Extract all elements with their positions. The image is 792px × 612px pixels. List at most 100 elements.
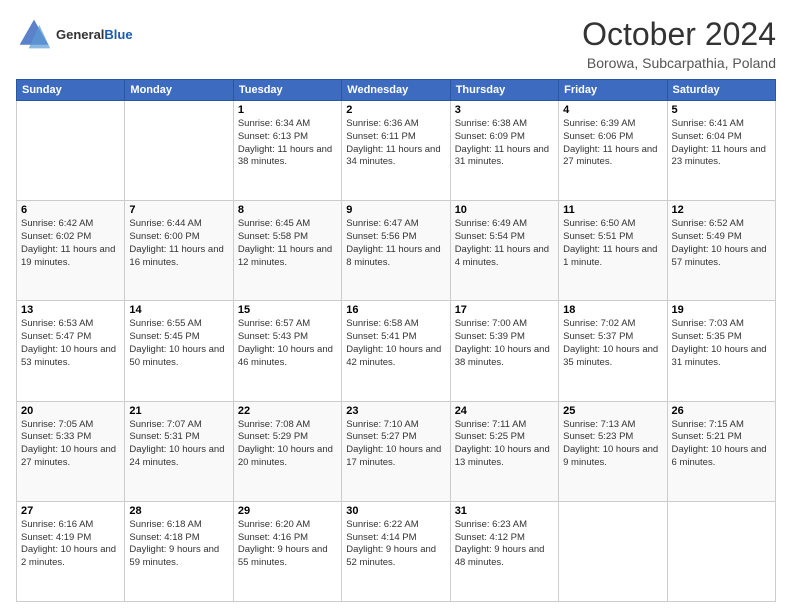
table-row: 22 Sunrise: 7:08 AM Sunset: 5:29 PM Dayl… [233,401,341,501]
day-info: Sunrise: 6:34 AM Sunset: 6:13 PM Dayligh… [238,118,337,169]
day-info: Sunrise: 7:02 AM Sunset: 5:37 PM Dayligh… [563,318,662,369]
title-block: October 2024 Borowa, Subcarpathia, Polan… [582,16,776,71]
day-info: Sunrise: 6:44 AM Sunset: 6:00 PM Dayligh… [129,218,228,269]
day-number: 6 [21,204,120,216]
sunset-text: Sunset: 5:43 PM [238,331,308,342]
table-row: 31 Sunrise: 6:23 AM Sunset: 4:12 PM Dayl… [450,501,558,601]
sunset-text: Sunset: 4:16 PM [238,532,308,543]
sunrise-text: Sunrise: 6:57 AM [238,318,310,329]
day-number: 25 [563,405,662,417]
daylight-text: Daylight: 9 hours and 52 minutes. [346,544,436,568]
sunset-text: Sunset: 5:33 PM [21,431,91,442]
table-row: 15 Sunrise: 6:57 AM Sunset: 5:43 PM Dayl… [233,301,341,401]
sunrise-text: Sunrise: 7:08 AM [238,419,310,430]
table-row [559,501,667,601]
sunset-text: Sunset: 5:37 PM [563,331,633,342]
sunrise-text: Sunrise: 6:49 AM [455,218,527,229]
day-number: 17 [455,304,554,316]
sunset-text: Sunset: 6:06 PM [563,131,633,142]
col-friday: Friday [559,80,667,101]
sunset-text: Sunset: 5:49 PM [672,231,742,242]
day-number: 11 [563,204,662,216]
sunrise-text: Sunrise: 6:20 AM [238,519,310,530]
sunset-text: Sunset: 5:23 PM [563,431,633,442]
daylight-text: Daylight: 11 hours and 31 minutes. [455,144,549,168]
day-number: 23 [346,405,445,417]
day-number: 22 [238,405,337,417]
logo-general: GeneralBlue [56,27,133,42]
sunrise-text: Sunrise: 6:58 AM [346,318,418,329]
daylight-text: Daylight: 10 hours and 24 minutes. [129,444,224,468]
daylight-text: Daylight: 11 hours and 8 minutes. [346,244,440,268]
sunset-text: Sunset: 5:47 PM [21,331,91,342]
sunset-text: Sunset: 5:31 PM [129,431,199,442]
sunset-text: Sunset: 6:02 PM [21,231,91,242]
sunset-text: Sunset: 6:00 PM [129,231,199,242]
daylight-text: Daylight: 10 hours and 53 minutes. [21,344,116,368]
table-row: 28 Sunrise: 6:18 AM Sunset: 4:18 PM Dayl… [125,501,233,601]
day-info: Sunrise: 6:22 AM Sunset: 4:14 PM Dayligh… [346,519,445,570]
daylight-text: Daylight: 10 hours and 46 minutes. [238,344,333,368]
day-info: Sunrise: 6:55 AM Sunset: 5:45 PM Dayligh… [129,318,228,369]
table-row: 14 Sunrise: 6:55 AM Sunset: 5:45 PM Dayl… [125,301,233,401]
day-info: Sunrise: 7:11 AM Sunset: 5:25 PM Dayligh… [455,419,554,470]
table-row: 24 Sunrise: 7:11 AM Sunset: 5:25 PM Dayl… [450,401,558,501]
location: Borowa, Subcarpathia, Poland [582,55,776,71]
sunrise-text: Sunrise: 7:05 AM [21,419,93,430]
day-info: Sunrise: 6:49 AM Sunset: 5:54 PM Dayligh… [455,218,554,269]
day-info: Sunrise: 7:05 AM Sunset: 5:33 PM Dayligh… [21,419,120,470]
table-row: 9 Sunrise: 6:47 AM Sunset: 5:56 PM Dayli… [342,201,450,301]
day-number: 9 [346,204,445,216]
table-row: 10 Sunrise: 6:49 AM Sunset: 5:54 PM Dayl… [450,201,558,301]
sunset-text: Sunset: 4:14 PM [346,532,416,543]
sunset-text: Sunset: 4:18 PM [129,532,199,543]
table-row [667,501,775,601]
day-info: Sunrise: 7:00 AM Sunset: 5:39 PM Dayligh… [455,318,554,369]
day-number: 2 [346,104,445,116]
daylight-text: Daylight: 9 hours and 55 minutes. [238,544,328,568]
col-saturday: Saturday [667,80,775,101]
table-row: 30 Sunrise: 6:22 AM Sunset: 4:14 PM Dayl… [342,501,450,601]
sunset-text: Sunset: 4:12 PM [455,532,525,543]
day-number: 28 [129,505,228,517]
daylight-text: Daylight: 11 hours and 1 minute. [563,244,657,268]
daylight-text: Daylight: 10 hours and 27 minutes. [21,444,116,468]
day-number: 1 [238,104,337,116]
day-number: 10 [455,204,554,216]
sunrise-text: Sunrise: 6:38 AM [455,118,527,129]
day-info: Sunrise: 7:03 AM Sunset: 5:35 PM Dayligh… [672,318,771,369]
sunrise-text: Sunrise: 6:23 AM [455,519,527,530]
sunrise-text: Sunrise: 7:15 AM [672,419,744,430]
table-row: 3 Sunrise: 6:38 AM Sunset: 6:09 PM Dayli… [450,101,558,201]
day-info: Sunrise: 7:10 AM Sunset: 5:27 PM Dayligh… [346,419,445,470]
daylight-text: Daylight: 10 hours and 17 minutes. [346,444,441,468]
daylight-text: Daylight: 10 hours and 6 minutes. [672,444,767,468]
sunrise-text: Sunrise: 6:16 AM [21,519,93,530]
sunrise-text: Sunrise: 6:44 AM [129,218,201,229]
day-number: 27 [21,505,120,517]
day-info: Sunrise: 7:08 AM Sunset: 5:29 PM Dayligh… [238,419,337,470]
day-number: 4 [563,104,662,116]
day-info: Sunrise: 6:42 AM Sunset: 6:02 PM Dayligh… [21,218,120,269]
day-number: 26 [672,405,771,417]
table-row [17,101,125,201]
sunset-text: Sunset: 5:45 PM [129,331,199,342]
calendar-week-1: 1 Sunrise: 6:34 AM Sunset: 6:13 PM Dayli… [17,101,776,201]
day-number: 5 [672,104,771,116]
day-info: Sunrise: 6:20 AM Sunset: 4:16 PM Dayligh… [238,519,337,570]
sunset-text: Sunset: 6:11 PM [346,131,416,142]
sunrise-text: Sunrise: 6:18 AM [129,519,201,530]
day-number: 15 [238,304,337,316]
sunset-text: Sunset: 6:09 PM [455,131,525,142]
logo-icon [16,16,52,52]
day-info: Sunrise: 6:53 AM Sunset: 5:47 PM Dayligh… [21,318,120,369]
sunset-text: Sunset: 5:21 PM [672,431,742,442]
day-number: 7 [129,204,228,216]
table-row: 18 Sunrise: 7:02 AM Sunset: 5:37 PM Dayl… [559,301,667,401]
sunset-text: Sunset: 5:58 PM [238,231,308,242]
daylight-text: Daylight: 11 hours and 12 minutes. [238,244,332,268]
day-info: Sunrise: 6:18 AM Sunset: 4:18 PM Dayligh… [129,519,228,570]
day-number: 29 [238,505,337,517]
day-info: Sunrise: 6:47 AM Sunset: 5:56 PM Dayligh… [346,218,445,269]
day-number: 30 [346,505,445,517]
